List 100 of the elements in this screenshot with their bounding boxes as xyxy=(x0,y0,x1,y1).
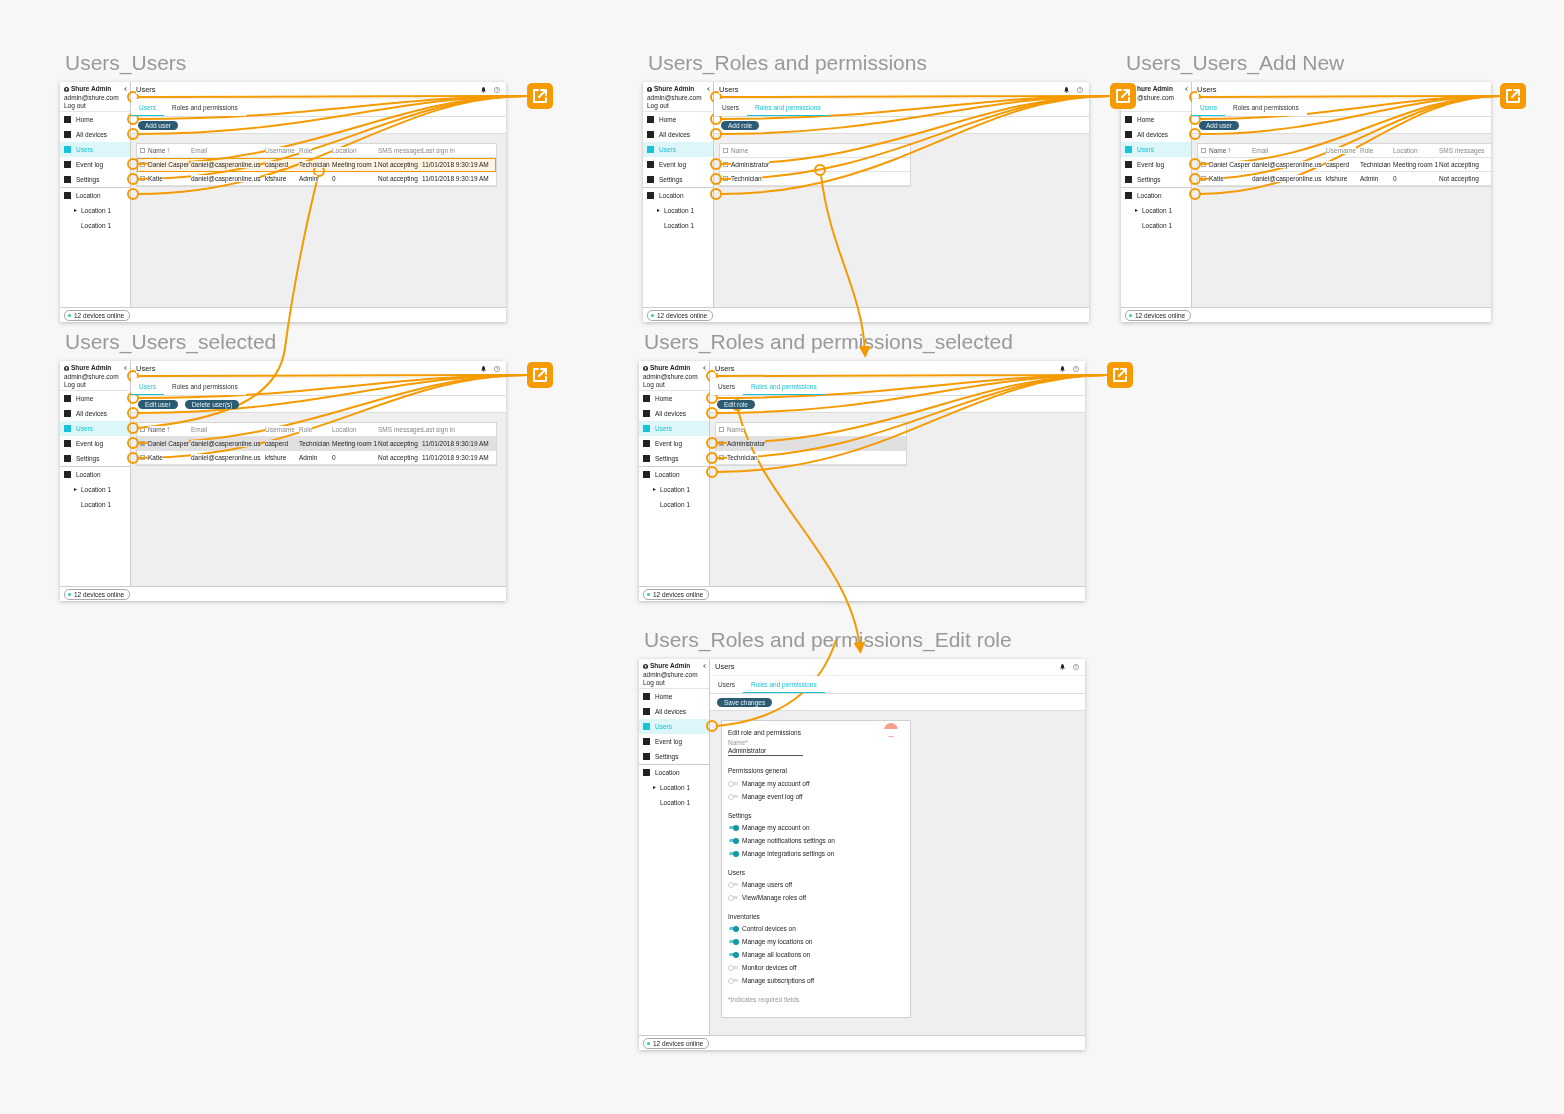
toggle-switch[interactable] xyxy=(729,883,738,887)
toggle-switch[interactable] xyxy=(729,927,738,931)
nav-square-icon xyxy=(64,471,71,478)
caret-icon xyxy=(657,209,660,212)
nav-square-icon xyxy=(643,753,650,760)
collapse-chevron-icon[interactable] xyxy=(703,366,706,370)
nav-square-icon xyxy=(643,723,650,730)
nav-square-icon xyxy=(64,161,71,168)
nav-square-icon xyxy=(1125,176,1132,183)
toggle-switch[interactable] xyxy=(729,979,738,983)
nav-square-icon xyxy=(64,410,71,417)
row-checkbox[interactable] xyxy=(1201,176,1206,181)
nav-square-icon xyxy=(64,176,71,183)
nav-square-icon xyxy=(643,455,650,462)
help-icon[interactable] xyxy=(1073,366,1079,372)
sort-arrow-icon xyxy=(167,427,171,432)
row-checkbox[interactable] xyxy=(140,455,145,460)
external-link-icon[interactable] xyxy=(1110,83,1136,109)
external-link-icon[interactable] xyxy=(1500,83,1526,109)
select-all-checkbox[interactable] xyxy=(1201,148,1206,153)
help-icon[interactable] xyxy=(494,366,500,372)
sort-arrow-icon xyxy=(167,148,171,153)
toggle-switch[interactable] xyxy=(729,795,738,799)
bell-icon[interactable] xyxy=(481,366,486,372)
nav-square-icon xyxy=(647,176,654,183)
nav-square-icon xyxy=(643,440,650,447)
nav-square-icon xyxy=(64,192,71,199)
nav-square-icon xyxy=(643,708,650,715)
nav-square-icon xyxy=(647,131,654,138)
external-link-icon[interactable] xyxy=(527,362,553,388)
screen-title: Users_Users_Add New xyxy=(1125,51,1345,75)
nav-square-icon xyxy=(1125,131,1132,138)
row-checkbox[interactable] xyxy=(723,176,728,181)
nav-square-icon xyxy=(64,146,71,153)
caret-icon xyxy=(653,488,656,491)
nav-square-icon xyxy=(1125,116,1132,123)
user-icon xyxy=(647,86,652,92)
nav-square-icon xyxy=(643,769,650,776)
hotspot-circle[interactable] xyxy=(313,165,325,177)
nav-square-icon xyxy=(64,131,71,138)
collapse-chevron-icon[interactable] xyxy=(703,664,706,668)
toggle-switch[interactable] xyxy=(729,782,738,786)
nav-square-icon xyxy=(64,116,71,123)
sort-arrow-icon xyxy=(1228,148,1232,153)
collapse-chevron-icon[interactable] xyxy=(1185,87,1188,91)
nav-square-icon xyxy=(643,738,650,745)
hotspot-circle[interactable] xyxy=(1189,113,1201,125)
user-icon xyxy=(64,365,69,371)
caret-icon xyxy=(74,209,77,212)
toggle-switch[interactable] xyxy=(729,852,738,856)
toggle-switch[interactable] xyxy=(729,826,738,830)
row-checkbox[interactable] xyxy=(719,455,724,460)
nav-square-icon xyxy=(643,471,650,478)
nav-square-icon xyxy=(64,395,71,402)
collapse-chevron-icon[interactable] xyxy=(707,87,710,91)
toggle-switch[interactable] xyxy=(729,896,738,900)
row-checkbox[interactable] xyxy=(140,162,145,167)
toggle-switch[interactable] xyxy=(729,839,738,843)
row-checkbox[interactable] xyxy=(1201,162,1206,167)
nav-square-icon xyxy=(647,161,654,168)
select-all-checkbox[interactable] xyxy=(723,148,728,153)
user-icon xyxy=(643,663,648,669)
nav-square-icon xyxy=(643,395,650,402)
row-checkbox[interactable] xyxy=(719,441,724,446)
select-all-checkbox[interactable] xyxy=(140,148,145,153)
caret-icon xyxy=(1135,209,1138,212)
select-all-checkbox[interactable] xyxy=(719,427,724,432)
nav-square-icon xyxy=(1125,192,1132,199)
help-icon[interactable] xyxy=(1073,664,1079,670)
row-checkbox[interactable] xyxy=(723,162,728,167)
bell-icon[interactable] xyxy=(1060,664,1065,670)
bell-icon[interactable] xyxy=(1064,87,1069,93)
screen-title: Users_Users xyxy=(64,51,187,75)
select-all-checkbox[interactable] xyxy=(140,427,145,432)
bell-icon[interactable] xyxy=(481,87,486,93)
screen-title: Users_Roles and permissions xyxy=(647,51,927,75)
external-link-icon[interactable] xyxy=(527,83,553,109)
toggle-switch[interactable] xyxy=(729,966,738,970)
nav-square-icon xyxy=(1125,146,1132,153)
nav-square-icon xyxy=(647,146,654,153)
nav-square-icon xyxy=(64,455,71,462)
nav-square-icon xyxy=(64,440,71,447)
collapse-chevron-icon[interactable] xyxy=(124,366,127,370)
nav-square-icon xyxy=(643,693,650,700)
toggle-switch[interactable] xyxy=(729,953,738,957)
nav-square-icon xyxy=(643,425,650,432)
user-icon xyxy=(64,86,69,92)
external-link-icon[interactable] xyxy=(1107,362,1133,388)
row-checkbox[interactable] xyxy=(140,176,145,181)
toggle-switch[interactable] xyxy=(729,940,738,944)
nav-square-icon xyxy=(643,410,650,417)
screen-title: Users_Users_selected xyxy=(64,330,277,354)
row-checkbox[interactable] xyxy=(140,441,145,446)
help-icon[interactable] xyxy=(1077,87,1083,93)
help-icon[interactable] xyxy=(494,87,500,93)
user-icon xyxy=(643,365,648,371)
nav-square-icon xyxy=(64,425,71,432)
collapse-chevron-icon[interactable] xyxy=(124,87,127,91)
nav-square-icon xyxy=(1125,161,1132,168)
bell-icon[interactable] xyxy=(1060,366,1065,372)
